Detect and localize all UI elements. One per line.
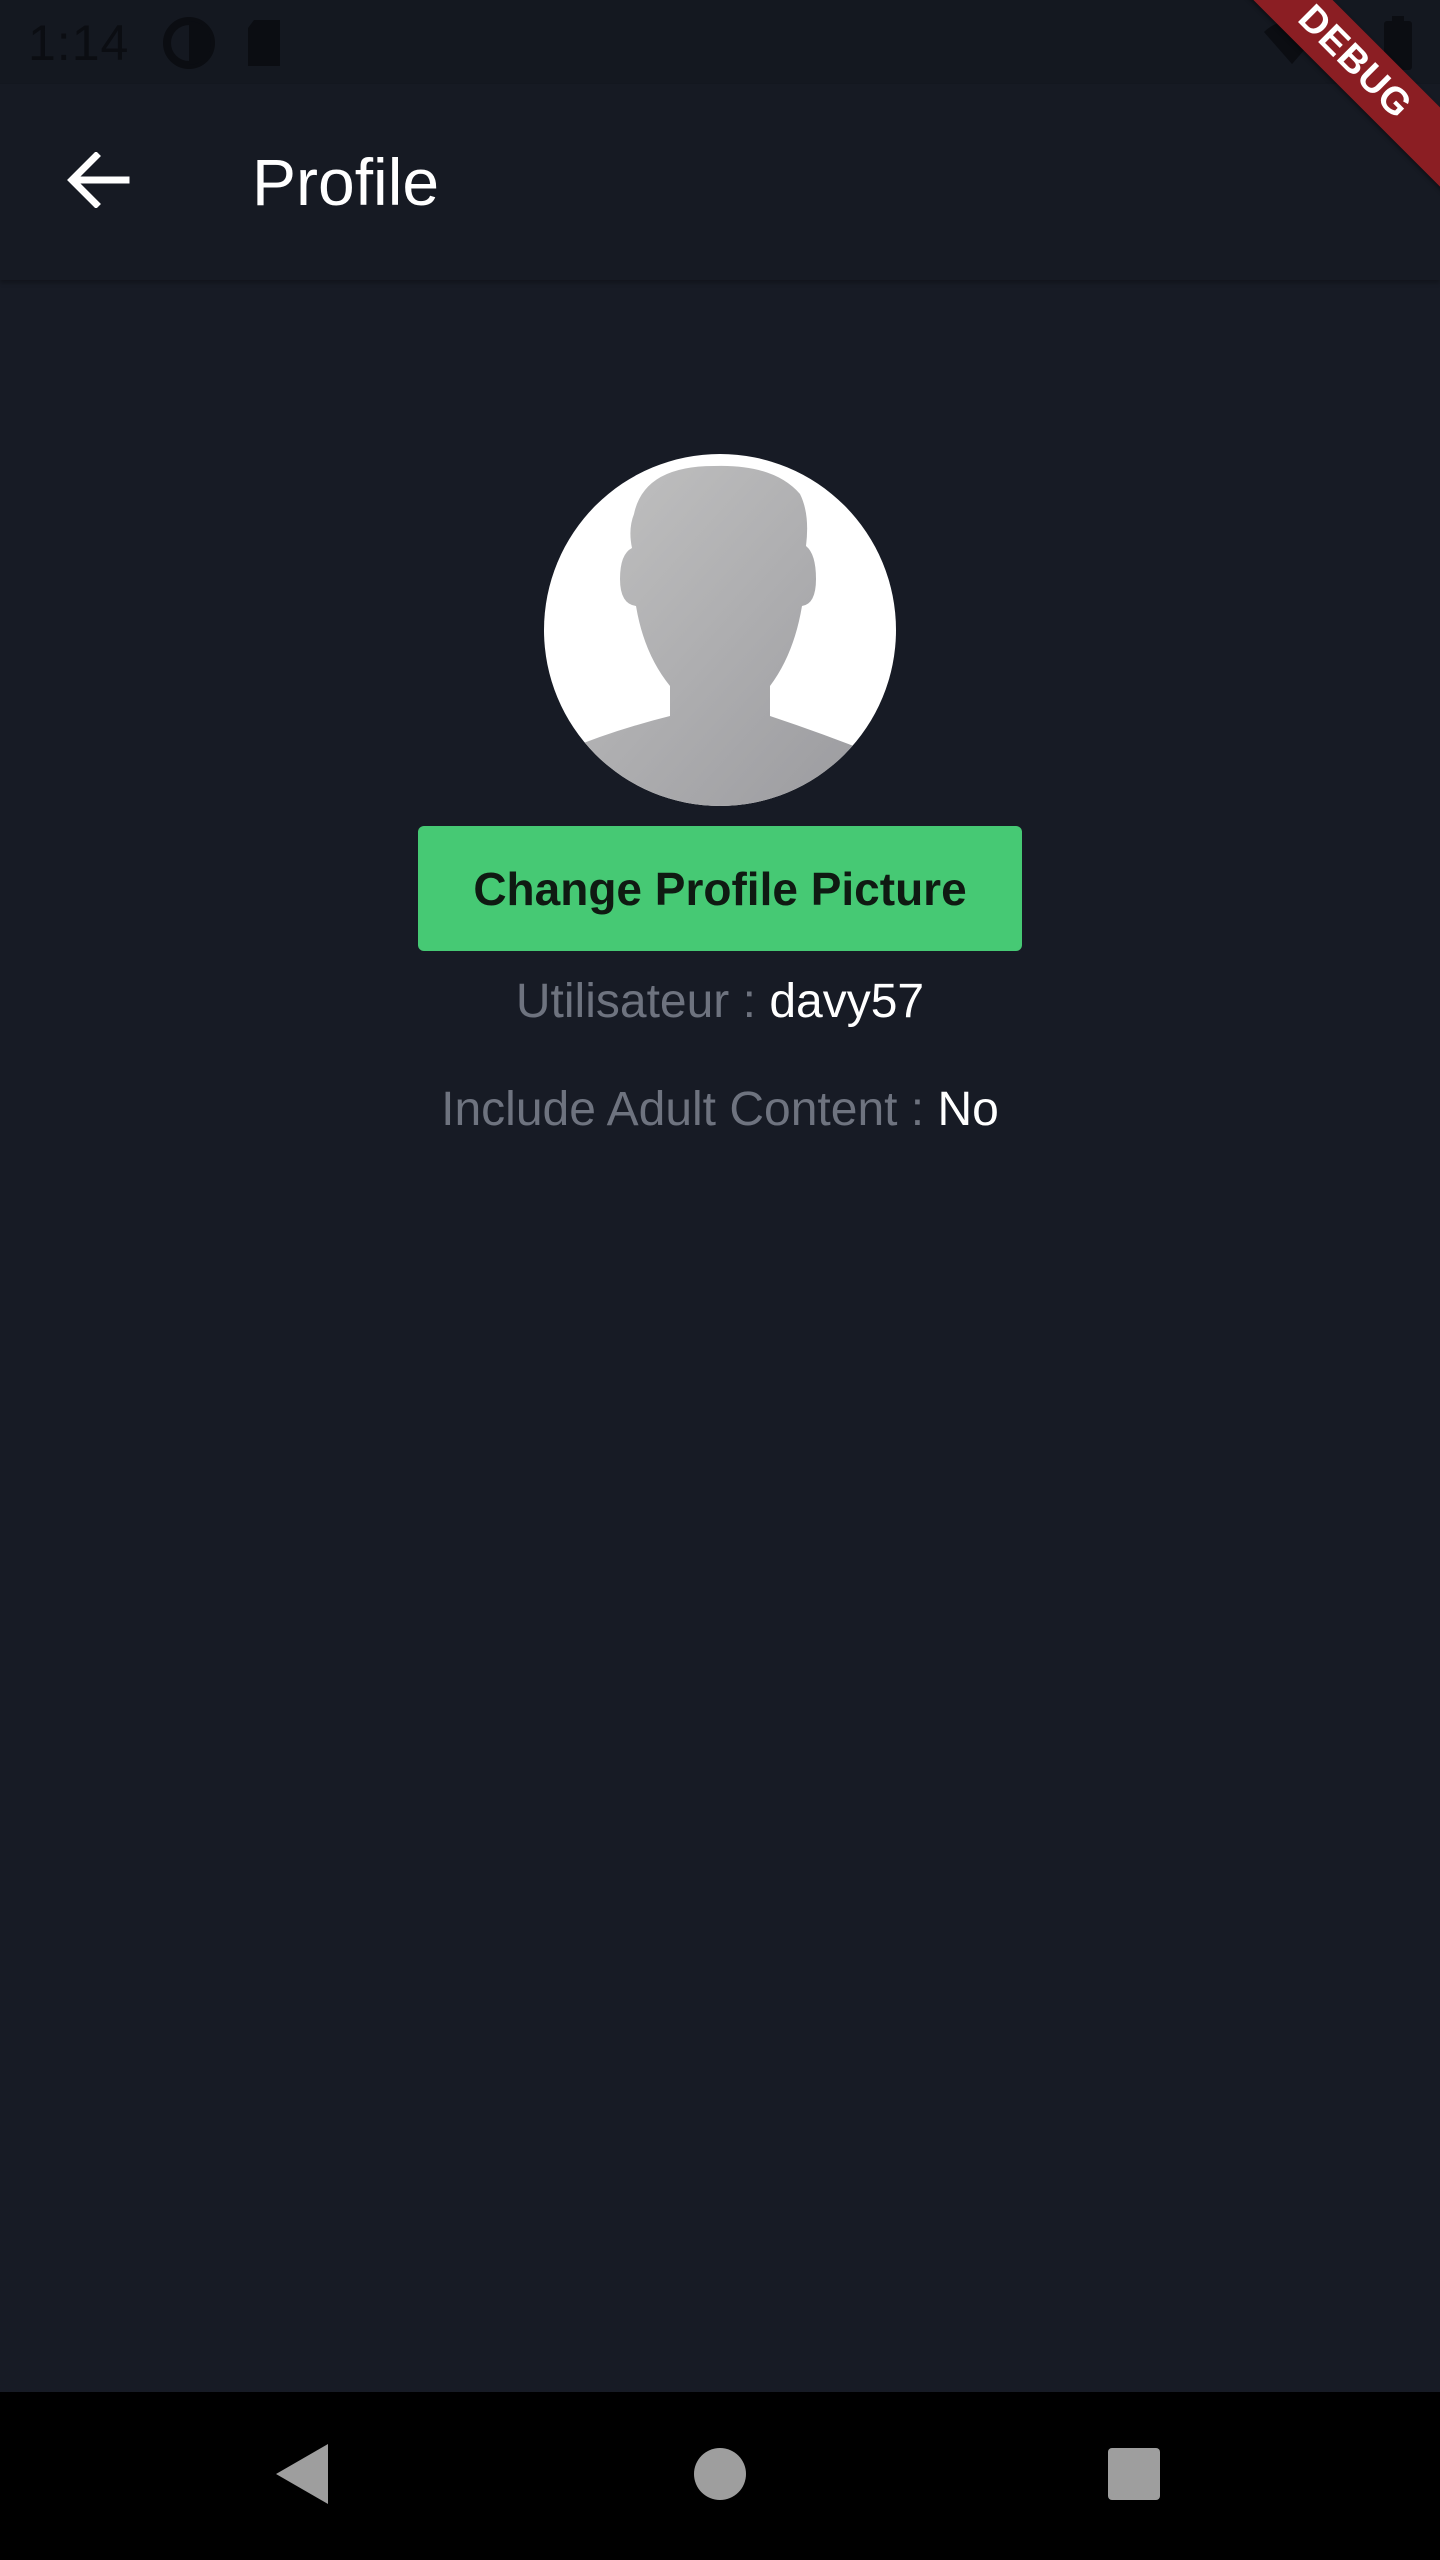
nav-back-button[interactable] xyxy=(266,2440,338,2512)
app-bar xyxy=(0,84,1440,280)
data-saver-icon xyxy=(162,16,216,75)
arrow-back-icon xyxy=(66,150,130,213)
nav-recents-button[interactable] xyxy=(1098,2440,1170,2512)
default-avatar-silhouette-icon xyxy=(566,465,874,806)
adult-content-value: No xyxy=(937,1083,999,1136)
profile-avatar xyxy=(544,454,896,806)
username-row: Utilisateur : davy57 xyxy=(0,972,1440,1032)
status-bar: 1:14 xyxy=(0,0,1440,84)
change-profile-picture-button[interactable]: Change Profile Picture xyxy=(418,826,1022,951)
sd-card-icon xyxy=(244,18,284,73)
page-title: Profile xyxy=(252,145,440,219)
status-time: 1:14 xyxy=(28,15,130,71)
adult-content-row: Include Adult Content : No xyxy=(0,1080,1440,1140)
back-button[interactable] xyxy=(48,132,148,232)
profile-screen: 1:14 Profile DEBUG Change Profile Pictur… xyxy=(0,0,1440,2560)
nav-home-icon xyxy=(692,2446,748,2507)
username-label: Utilisateur : xyxy=(515,975,756,1028)
nav-back-icon xyxy=(272,2442,332,2511)
adult-content-label: Include Adult Content : xyxy=(441,1083,925,1136)
username-value: davy57 xyxy=(769,975,925,1028)
nav-home-button[interactable] xyxy=(684,2440,756,2512)
nav-recents-icon xyxy=(1107,2447,1161,2506)
